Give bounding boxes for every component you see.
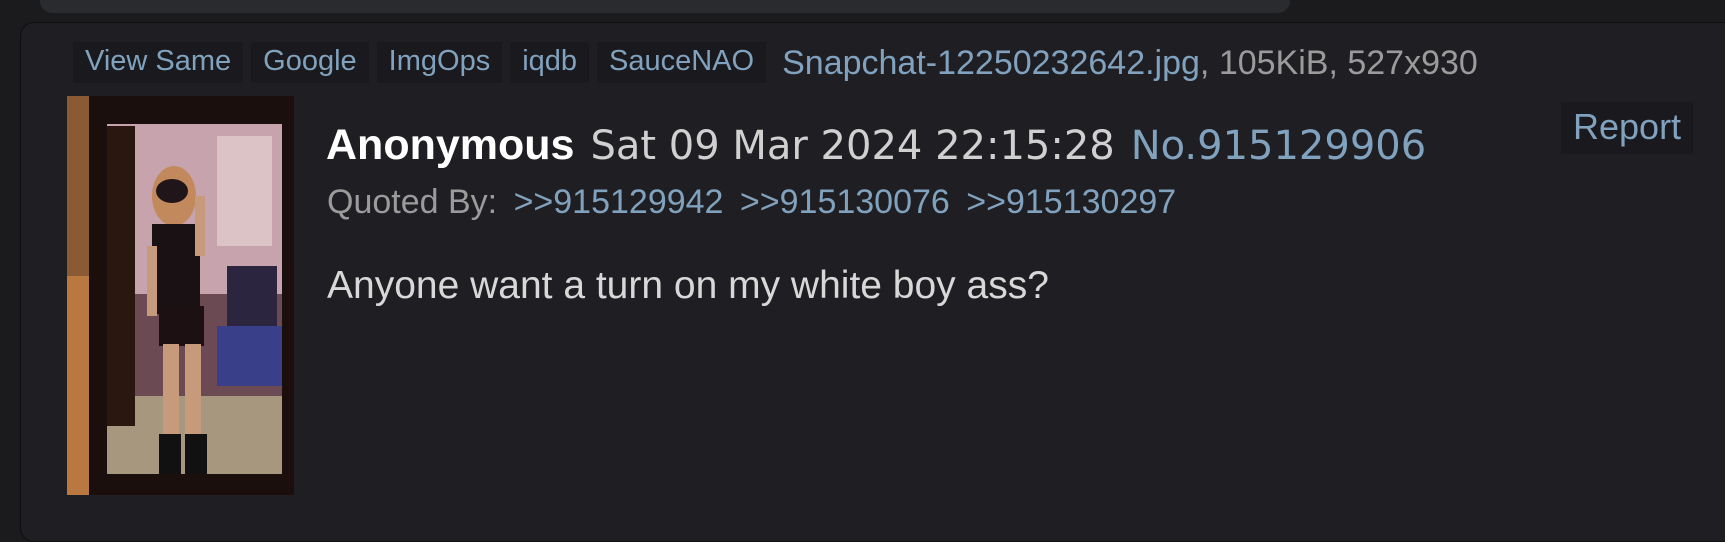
imgops-button[interactable]: ImgOps bbox=[376, 42, 503, 83]
view-same-button[interactable]: View Same bbox=[73, 42, 244, 83]
file-info: Snapchat-12250232642.jpg, 105KiB, 527x93… bbox=[782, 43, 1478, 83]
post-date: Sat 09 Mar 2024 22:15:28 bbox=[590, 123, 1115, 169]
file-name-link[interactable]: Snapchat-12250232642.jpg bbox=[782, 44, 1200, 82]
quote-link[interactable]: >>915130076 bbox=[740, 183, 950, 221]
file-meta: , 105KiB, 527x930 bbox=[1199, 43, 1478, 82]
iqdb-button[interactable]: iqdb bbox=[510, 42, 590, 83]
post-thumbnail-image[interactable] bbox=[67, 96, 294, 495]
google-search-button[interactable]: Google bbox=[251, 42, 369, 83]
quote-link[interactable]: >>915130297 bbox=[966, 183, 1176, 221]
file-bar: View Same Google ImgOps iqdb SauceNAO Sn… bbox=[73, 42, 1478, 83]
quoted-by-label: Quoted By: bbox=[327, 183, 498, 221]
post-header: Anonymous Sat 09 Mar 2024 22:15:28 No.91… bbox=[326, 121, 1426, 170]
quote-link[interactable]: >>915129942 bbox=[514, 183, 724, 221]
post-container: View Same Google ImgOps iqdb SauceNAO Sn… bbox=[20, 22, 1725, 542]
top-bar bbox=[40, 0, 1290, 13]
quoted-by-line: Quoted By: >>915129942 >>915130076 >>915… bbox=[327, 183, 1176, 222]
report-button[interactable]: Report bbox=[1561, 102, 1694, 154]
poster-name: Anonymous bbox=[326, 121, 575, 169]
saucenao-button[interactable]: SauceNAO bbox=[597, 42, 767, 83]
post-number-link[interactable]: No.915129906 bbox=[1131, 123, 1426, 169]
post-message: Anyone want a turn on my white boy ass? bbox=[327, 264, 1049, 307]
